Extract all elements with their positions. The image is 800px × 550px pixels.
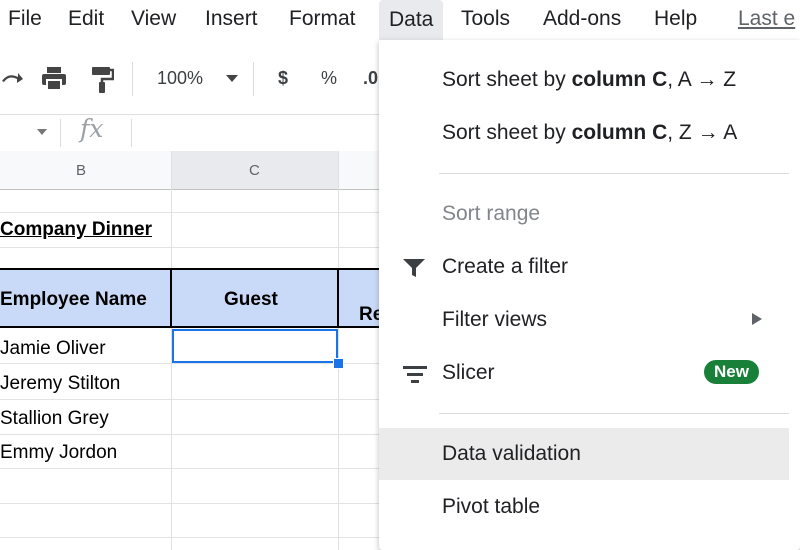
menu-edit[interactable]: Edit: [68, 7, 104, 31]
zoom-select[interactable]: 100%: [157, 68, 203, 89]
filter-views-label: Filter views: [442, 308, 548, 331]
formula-separator: [60, 119, 61, 147]
row-line: [0, 503, 379, 504]
slicer-icon: [403, 366, 427, 383]
menu-help[interactable]: Help: [654, 7, 697, 31]
decrease-decimal-button[interactable]: .0: [363, 68, 378, 89]
header-border: [337, 268, 339, 328]
sheet-title-cell[interactable]: Company Dinner: [0, 219, 152, 241]
redo-icon[interactable]: [0, 66, 24, 90]
menu-format[interactable]: Format: [289, 7, 356, 31]
filter-views-item[interactable]: Filter views: [379, 294, 789, 346]
row-line: [0, 212, 379, 213]
sheet-grid[interactable]: B C Company Dinner Employee Name Guest R…: [0, 151, 383, 550]
chevron-down-icon[interactable]: [225, 74, 239, 84]
sort-range-label: Sort range: [442, 202, 541, 225]
row-line: [0, 434, 379, 435]
employee-cell[interactable]: Jamie Oliver: [0, 338, 106, 360]
toolbar-separator: [253, 62, 254, 96]
employee-cell[interactable]: Emmy Jordon: [0, 442, 117, 464]
last-edit-link[interactable]: Last e: [738, 7, 795, 31]
column-header-c[interactable]: C: [249, 162, 260, 179]
row-line: [0, 363, 379, 364]
menu-separator: [439, 413, 789, 414]
employee-name-header[interactable]: Employee Name: [0, 289, 147, 311]
data-validation-item[interactable]: Data validation: [379, 428, 789, 480]
guest-header[interactable]: Guest: [224, 289, 278, 311]
data-validation-label: Data validation: [442, 442, 581, 465]
paint-format-icon[interactable]: [90, 66, 114, 94]
filter-icon: [403, 259, 425, 277]
employee-cell[interactable]: Stallion Grey: [0, 408, 109, 430]
menu-bar: File Edit View Insert Format Data Tools …: [0, 0, 800, 40]
print-icon[interactable]: [40, 66, 68, 92]
menu-tools[interactable]: Tools: [461, 7, 510, 31]
sort-sheet-a-z-item[interactable]: Sort sheet by column C, A → Z: [379, 54, 789, 106]
sort-range-item: Sort range: [379, 188, 789, 240]
column-line: [338, 151, 339, 550]
sort-a-z-label: Sort sheet by column C, A → Z: [442, 68, 737, 91]
menu-separator: [439, 173, 789, 174]
row-line: [0, 399, 379, 400]
menu-data[interactable]: Data: [379, 0, 444, 40]
pivot-table-label: Pivot table: [442, 495, 541, 518]
fx-icon: fx: [80, 114, 104, 143]
pivot-table-item[interactable]: Pivot table: [379, 481, 789, 533]
row-line: [0, 537, 379, 538]
slicer-item[interactable]: Slicer New: [379, 347, 789, 399]
toolbar-separator: [132, 62, 133, 96]
column-header-b[interactable]: B: [76, 162, 86, 179]
menu-file[interactable]: File: [8, 7, 42, 31]
submenu-arrow-icon: [752, 313, 762, 325]
selected-cell[interactable]: [172, 329, 338, 363]
data-menu-dropdown: Sort sheet by column C, A → Z Sort sheet…: [379, 40, 800, 550]
new-badge: New: [704, 360, 759, 384]
create-filter-label: Create a filter: [442, 255, 569, 278]
menu-insert[interactable]: Insert: [205, 7, 258, 31]
create-filter-item[interactable]: Create a filter: [379, 241, 789, 293]
sort-sheet-z-a-item[interactable]: Sort sheet by column C, Z → A: [379, 107, 789, 159]
header-border: [170, 268, 172, 328]
name-box-dropdown-icon[interactable]: [36, 128, 48, 136]
formula-separator: [131, 119, 132, 147]
row-line: [0, 468, 379, 469]
currency-format-button[interactable]: $: [278, 68, 288, 89]
menu-add-ons[interactable]: Add-ons: [543, 7, 621, 31]
fill-handle[interactable]: [333, 358, 344, 369]
row-line: [0, 247, 379, 248]
slicer-label: Slicer: [442, 361, 495, 384]
menu-view[interactable]: View: [131, 7, 176, 31]
percent-format-button[interactable]: %: [321, 68, 337, 89]
sort-z-a-label: Sort sheet by column C, Z → A: [442, 121, 738, 144]
employee-cell[interactable]: Jeremy Stilton: [0, 373, 120, 395]
